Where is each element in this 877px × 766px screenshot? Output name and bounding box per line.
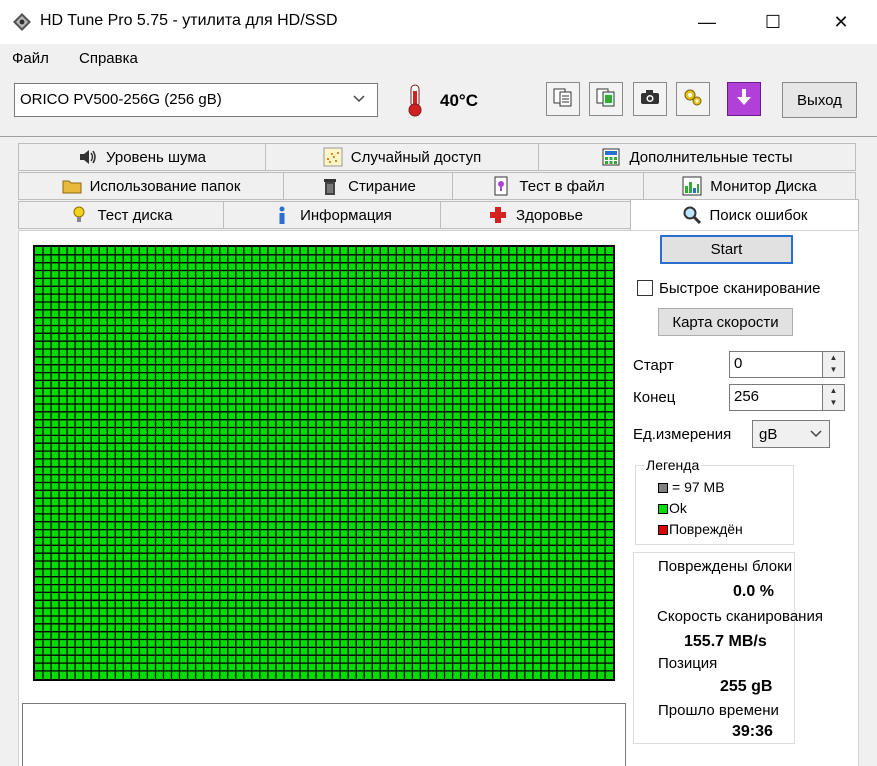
legend-damaged: Повреждён: [658, 521, 743, 537]
tab-label: Использование папок: [89, 177, 241, 195]
maximize-button[interactable]: ☐: [739, 0, 807, 44]
minimize-button[interactable]: —: [673, 0, 741, 44]
bar-chart-icon: [682, 176, 702, 196]
position-value: 255 gB: [720, 678, 773, 695]
legend-block-size: = 97 MB: [658, 479, 725, 495]
menu-file[interactable]: Файл: [12, 50, 49, 67]
tab-label: Информация: [300, 206, 392, 224]
elapsed-label: Прошло времени: [658, 702, 779, 719]
download-arrow-icon: [733, 86, 755, 113]
log-list[interactable]: [22, 703, 626, 766]
copy-icon: [552, 86, 574, 113]
info-icon: [272, 205, 292, 225]
legend-ok-text: Ok: [669, 500, 687, 516]
tab-label: Здоровье: [516, 206, 583, 224]
lightbulb-icon: [69, 205, 89, 225]
elapsed-value: 39:36: [732, 723, 773, 740]
damaged-blocks-label: Повреждены блоки: [658, 558, 793, 575]
app-icon: [12, 12, 32, 37]
unit-label: Ед.измерения: [633, 426, 732, 443]
start-spinner[interactable]: ▲ ▼: [823, 351, 845, 378]
start-label: Старт: [633, 357, 674, 374]
legend-green-swatch: [658, 504, 668, 515]
scan-speed-label: Скорость сканирования: [657, 608, 823, 625]
tab-error-scan[interactable]: Поиск ошибок: [630, 199, 859, 230]
legend-ok: Ok: [658, 500, 687, 516]
tab-folder-usage[interactable]: Использование папок: [18, 172, 284, 200]
file-test-icon: [491, 176, 511, 196]
tab-file-test[interactable]: Тест в файл: [452, 172, 644, 200]
scan-speed-value: 155.7 MB/s: [684, 633, 767, 650]
red-cross-icon: [488, 205, 508, 225]
copy-all-icon: [595, 86, 617, 113]
tab-erase[interactable]: Стирание: [283, 172, 453, 200]
quick-scan-label: Быстрое сканирование: [659, 280, 821, 297]
save-button[interactable]: [727, 82, 761, 116]
tab-label: Дополнительные тесты: [629, 148, 793, 166]
legend-block-size-text: = 97 MB: [672, 479, 725, 495]
thermometer-icon: [405, 83, 425, 122]
legend-title: Легенда: [644, 457, 702, 473]
tab-random-access[interactable]: Случайный доступ: [265, 143, 539, 171]
chevron-down-icon[interactable]: [809, 427, 823, 446]
screenshot-button[interactable]: [633, 82, 667, 116]
copy-info-button[interactable]: [546, 82, 580, 116]
tab-disk-monitor[interactable]: Монитор Диска: [643, 172, 856, 200]
close-button[interactable]: ✕: [807, 0, 875, 44]
tab-noise-level[interactable]: Уровень шума: [18, 143, 266, 171]
camera-icon: [639, 86, 661, 113]
tab-label: Монитор Диска: [710, 177, 817, 195]
legend-gray-swatch: [658, 483, 668, 494]
end-spinner[interactable]: ▲ ▼: [823, 384, 845, 411]
legend-red-swatch: [658, 525, 668, 536]
tab-label: Стирание: [348, 177, 416, 195]
unit-select-value: gB: [759, 426, 778, 443]
exit-button[interactable]: Выход: [782, 82, 857, 118]
chevron-down-icon[interactable]: [352, 92, 366, 111]
folder-icon: [62, 176, 82, 196]
trash-icon: [320, 176, 340, 196]
tab-health[interactable]: Здоровье: [440, 201, 631, 229]
random-dots-icon: [323, 147, 343, 167]
options-button[interactable]: [676, 82, 710, 116]
tab-label: Тест в файл: [519, 177, 605, 195]
temperature-value: 40°C: [440, 91, 478, 110]
drive-select-value: ORICO PV500-256G (256 gB): [20, 91, 222, 108]
block-map: [33, 245, 615, 681]
window-title: HD Tune Pro 5.75 - утилита для HD/SSD: [40, 12, 338, 29]
calculator-icon: [601, 147, 621, 167]
tab-label: Тест диска: [97, 206, 173, 224]
end-label: Конец: [633, 389, 676, 406]
legend-damaged-text: Повреждён: [669, 521, 743, 537]
quick-scan-checkbox[interactable]: [637, 280, 653, 296]
gears-icon: [682, 86, 704, 113]
speaker-icon: [78, 147, 98, 167]
magnifier-icon: [682, 205, 702, 225]
start-button[interactable]: Start: [660, 235, 793, 264]
tab-label: Случайный доступ: [350, 148, 482, 166]
end-input[interactable]: 256: [729, 384, 823, 411]
tab-label: Уровень шума: [106, 148, 206, 166]
position-label: Позиция: [658, 655, 718, 672]
tab-disk-test[interactable]: Тест диска: [18, 201, 224, 229]
menu-help[interactable]: Справка: [79, 50, 138, 67]
damaged-blocks-value: 0.0 %: [733, 583, 774, 600]
tab-information[interactable]: Информация: [223, 201, 441, 229]
copy-all-button[interactable]: [589, 82, 623, 116]
speed-map-button[interactable]: Карта скорости: [658, 308, 793, 336]
tab-extra-tests[interactable]: Дополнительные тесты: [538, 143, 856, 171]
start-input[interactable]: 0: [729, 351, 823, 378]
block-map-grid: [35, 247, 613, 679]
tab-label: Поиск ошибок: [709, 206, 808, 224]
